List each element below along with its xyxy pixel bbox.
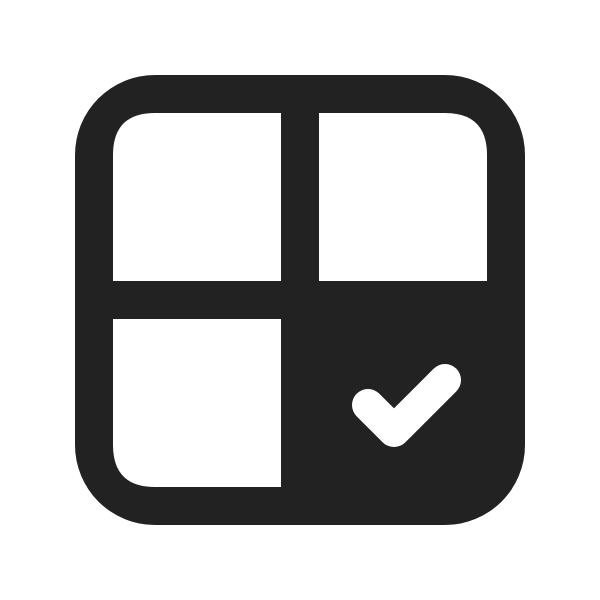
grid-cell-top-left bbox=[113, 113, 281, 281]
grid-checkmark-icon bbox=[75, 75, 525, 525]
grid-cell-top-right bbox=[319, 113, 487, 281]
grid-cell-bottom-left bbox=[113, 319, 281, 487]
icon-canvas bbox=[0, 0, 600, 600]
